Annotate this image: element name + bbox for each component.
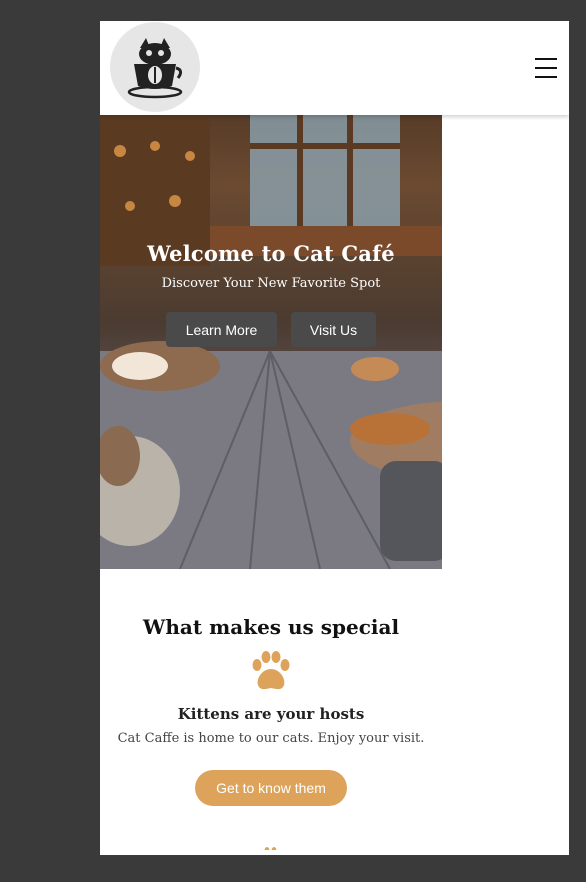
mobile-viewport: Welcome to Cat Café Discover Your New Fa… <box>100 21 569 855</box>
hero-text-block: Welcome to Cat Café Discover Your New Fa… <box>100 241 442 291</box>
cat-cup-logo-icon <box>127 38 183 99</box>
features-section: What makes us special Kittens are your h… <box>100 569 442 850</box>
paw-icon <box>264 847 277 850</box>
features-heading: What makes us special <box>142 615 400 639</box>
next-feature-icon-partial <box>100 840 442 850</box>
hero-subtitle: Discover Your New Favorite Spot <box>161 276 381 291</box>
paw-icon <box>252 651 290 690</box>
cat-cafe-logo[interactable] <box>110 22 200 112</box>
feature-title: Kittens are your hosts <box>177 705 365 723</box>
learn-more-button[interactable]: Learn More <box>166 312 277 347</box>
get-to-know-them-button[interactable]: Get to know them <box>195 770 347 806</box>
feature-description: Cat Caffe is home to our cats. Enjoy you… <box>117 731 425 746</box>
hamburger-menu-icon[interactable] <box>535 58 557 78</box>
feature-card: Kittens are your hosts Cat Caffe is home… <box>100 651 442 806</box>
visit-us-button[interactable]: Visit Us <box>291 312 376 347</box>
hero-title: Welcome to Cat Café <box>147 241 395 266</box>
hero-button-group: Learn More Visit Us <box>166 312 376 347</box>
site-header <box>100 21 569 115</box>
